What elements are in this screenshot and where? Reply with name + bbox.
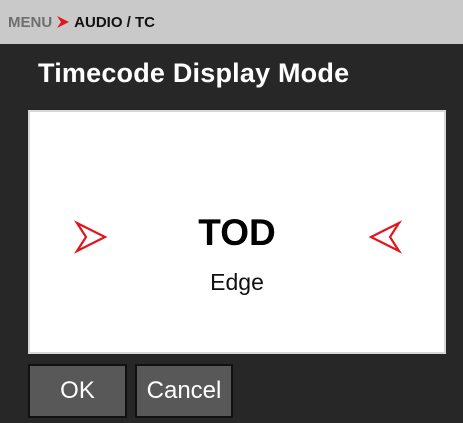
next-value-preview: Edge	[210, 269, 264, 295]
breadcrumb-separator-icon	[57, 16, 70, 28]
breadcrumb-root[interactable]: MENU	[8, 14, 52, 31]
breadcrumb: MENU AUDIO / TC	[0, 0, 463, 44]
ok-button[interactable]: OK	[28, 364, 127, 418]
breadcrumb-current: AUDIO / TC	[74, 13, 156, 31]
page-title: Timecode Display Mode	[38, 58, 350, 88]
next-value-arrow-icon[interactable]	[368, 220, 402, 254]
cancel-button[interactable]: Cancel	[135, 364, 233, 418]
value-selector-panel: TOD Edge	[28, 110, 446, 354]
